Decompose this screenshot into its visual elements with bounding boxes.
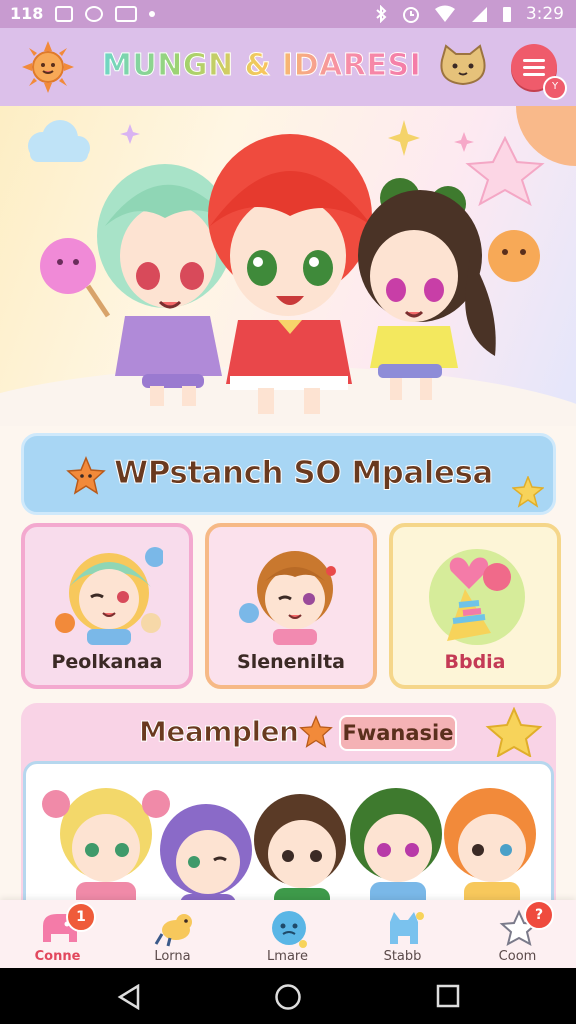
alarm-icon: [402, 7, 419, 23]
camera-notification-icon: [85, 5, 104, 22]
nav-label-stabb: Stabb: [383, 949, 422, 964]
star-mascot-icon: [66, 456, 106, 495]
sun-arc-decoration: [516, 106, 576, 166]
message-notification-icon: [115, 5, 138, 22]
bottom-navigation: 1 Conne Lorna Lmare Stabb ? Coom: [0, 900, 576, 968]
recents-icon[interactable]: [436, 984, 460, 1008]
dark-hair-girl: [358, 178, 496, 400]
status-bar: 118 3:29: [0, 0, 576, 28]
signal-icon: [471, 7, 487, 22]
nav-item-lorna[interactable]: Lorna: [115, 900, 230, 968]
card-1-label: Peolkanaa: [51, 651, 163, 673]
home-icon[interactable]: [274, 983, 302, 1011]
blue-face-icon: [272, 911, 307, 948]
winking-girl-illustration: [55, 547, 163, 645]
pony-icon: [154, 914, 192, 947]
nav-label-lorna: Lorna: [154, 949, 191, 964]
blue-cat-icon: [390, 912, 424, 944]
gallery-notification-icon: [55, 5, 74, 22]
red-hair-boy: [208, 134, 372, 414]
more-notifications-icon: [149, 10, 156, 17]
app-title: MUNGN & IDARESI: [101, 48, 422, 84]
category-card-1[interactable]: Peolkanaa: [21, 523, 193, 689]
menu-button[interactable]: Y: [511, 44, 567, 100]
card-3-label: Bbdia: [444, 651, 506, 673]
battery-icon: [502, 7, 511, 22]
bluetooth-icon: [376, 5, 387, 23]
nav-item-coom[interactable]: ? Coom: [460, 900, 575, 968]
app-bar: MUNGN & IDARESI Y: [0, 28, 576, 106]
banner-title: WPstanch SO Mpalesa: [114, 455, 494, 492]
members-section: Meamplen Fwanasie: [21, 703, 556, 941]
yellow-star-icon: [512, 476, 544, 508]
nav-label-coom: Coom: [498, 949, 537, 964]
section-tag-button[interactable]: Fwanasie: [339, 715, 457, 751]
brown-hair-kid-illustration: [239, 551, 336, 645]
nav-badge-coom: ?: [524, 900, 554, 930]
yellow-star-icon: [485, 707, 543, 757]
menu-badge: Y: [543, 76, 567, 100]
featured-banner[interactable]: WPstanch SO Mpalesa: [21, 433, 556, 515]
nav-item-lmare[interactable]: Lmare: [230, 900, 345, 968]
nav-badge-conne: 1: [66, 902, 96, 932]
party-hat-balloons-illustration: [429, 549, 525, 645]
wifi-icon: [434, 5, 455, 22]
nav-label-conne: Conne: [34, 949, 81, 964]
nav-label-lmare: Lmare: [267, 949, 308, 964]
sun-mascot-logo-icon[interactable]: [22, 41, 74, 93]
back-icon[interactable]: [116, 984, 142, 1010]
hero-illustration: [0, 106, 576, 426]
card-2-label: Slenenilta: [237, 651, 345, 673]
cat-face-icon[interactable]: [436, 42, 490, 90]
nav-item-conne[interactable]: 1 Conne: [0, 900, 115, 968]
category-card-2[interactable]: Slenenilta: [205, 523, 377, 689]
nav-item-stabb[interactable]: Stabb: [345, 900, 460, 968]
category-card-3[interactable]: Bbdia: [389, 523, 561, 689]
star-mascot-icon: [299, 715, 333, 748]
status-left-text: 118: [10, 4, 44, 23]
cloud-decoration: [28, 120, 90, 162]
system-navigation-bar: [0, 968, 576, 1024]
section-title: Meamplen: [139, 715, 300, 749]
status-time: 3:29: [525, 4, 564, 24]
hero-characters-image: [0, 106, 576, 426]
